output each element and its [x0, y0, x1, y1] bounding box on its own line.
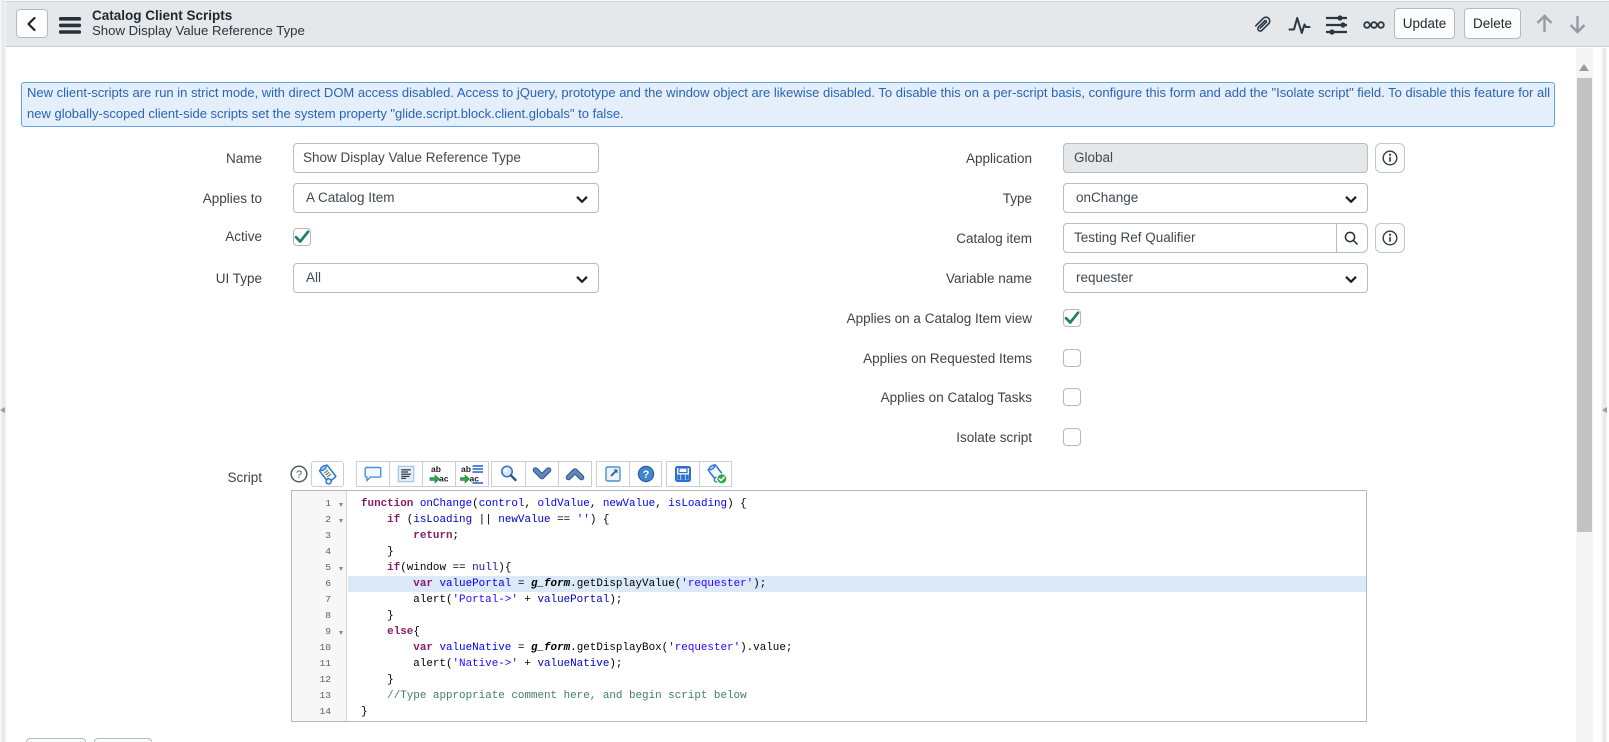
svg-text:?: ?	[643, 469, 650, 481]
svg-text:ac: ac	[439, 474, 449, 484]
svg-text:?: ?	[296, 469, 302, 481]
svg-text:ab: ab	[431, 464, 441, 474]
svg-text:ab: ab	[461, 464, 471, 474]
svg-text:ac: ac	[470, 474, 480, 484]
